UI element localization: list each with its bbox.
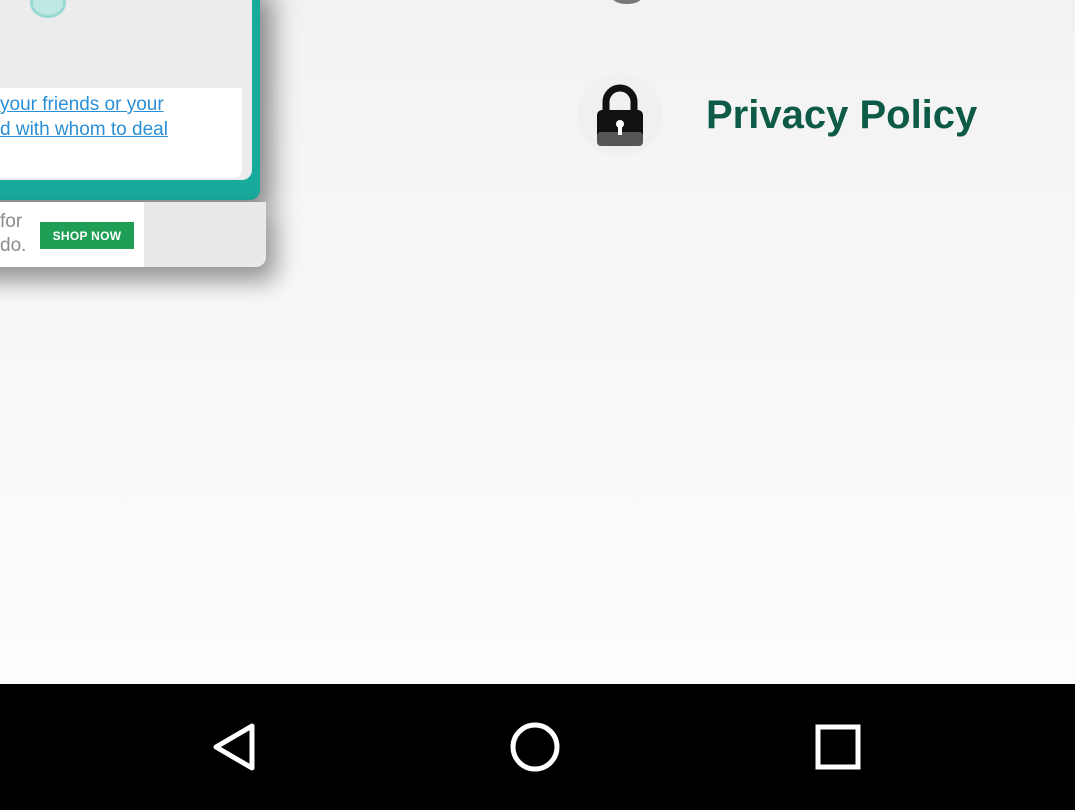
back-triangle-icon [213,723,255,771]
overlay-link[interactable]: your friends or your d with whom to deal [0,92,220,142]
home-circle-icon [510,722,560,772]
recents-button[interactable] [803,714,873,780]
ad-banner-content: for do. SHOP NOW [0,202,144,267]
partial-menu-icon [612,0,642,4]
lock-icon-wrapper [578,73,662,157]
overlay-link-line1[interactable]: your friends or your [0,92,220,117]
ad-text-line1: for [0,211,23,232]
ad-banner: for do. SHOP NOW [0,202,266,267]
app-icon [30,0,66,18]
overlay-card: your friends or your d with whom to deal [0,0,260,200]
lock-icon [597,84,643,146]
menu-item-label: Privacy Policy [706,92,978,137]
home-button[interactable] [500,714,570,780]
navigation-bar [0,684,1075,810]
ad-text: for do. [0,210,26,258]
recents-square-icon [815,724,861,770]
shop-now-button[interactable]: SHOP NOW [40,222,134,249]
overlay-card-content: your friends or your d with whom to deal [0,0,252,180]
overlay-link-line2[interactable]: d with whom to deal [0,117,220,142]
menu-item-privacy-policy[interactable]: Privacy Policy [578,70,1038,160]
back-button[interactable] [198,714,268,780]
ad-text-line2: do. [0,235,27,256]
